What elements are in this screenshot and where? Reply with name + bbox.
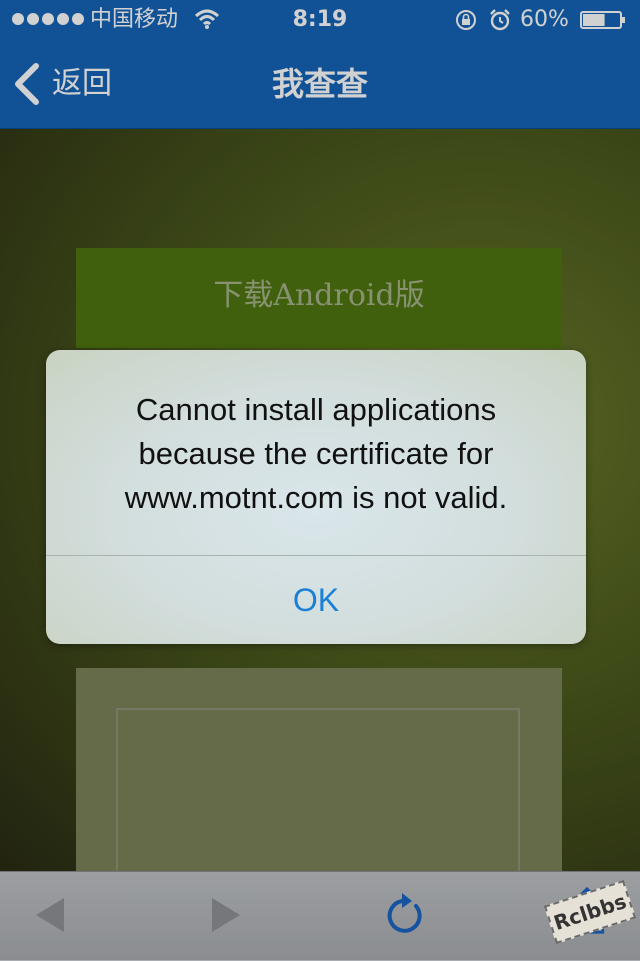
alert-message: Cannot install applications because the … <box>66 388 566 520</box>
alert-message-line: www.motnt.com is not valid. <box>124 480 508 515</box>
alert-message-line: because the certificate for <box>138 436 494 471</box>
alert-message-line: Cannot install applications <box>135 392 497 427</box>
certificate-alert-dialog: Cannot install applications because the … <box>46 350 586 644</box>
alert-ok-button[interactable]: OK <box>46 556 586 644</box>
